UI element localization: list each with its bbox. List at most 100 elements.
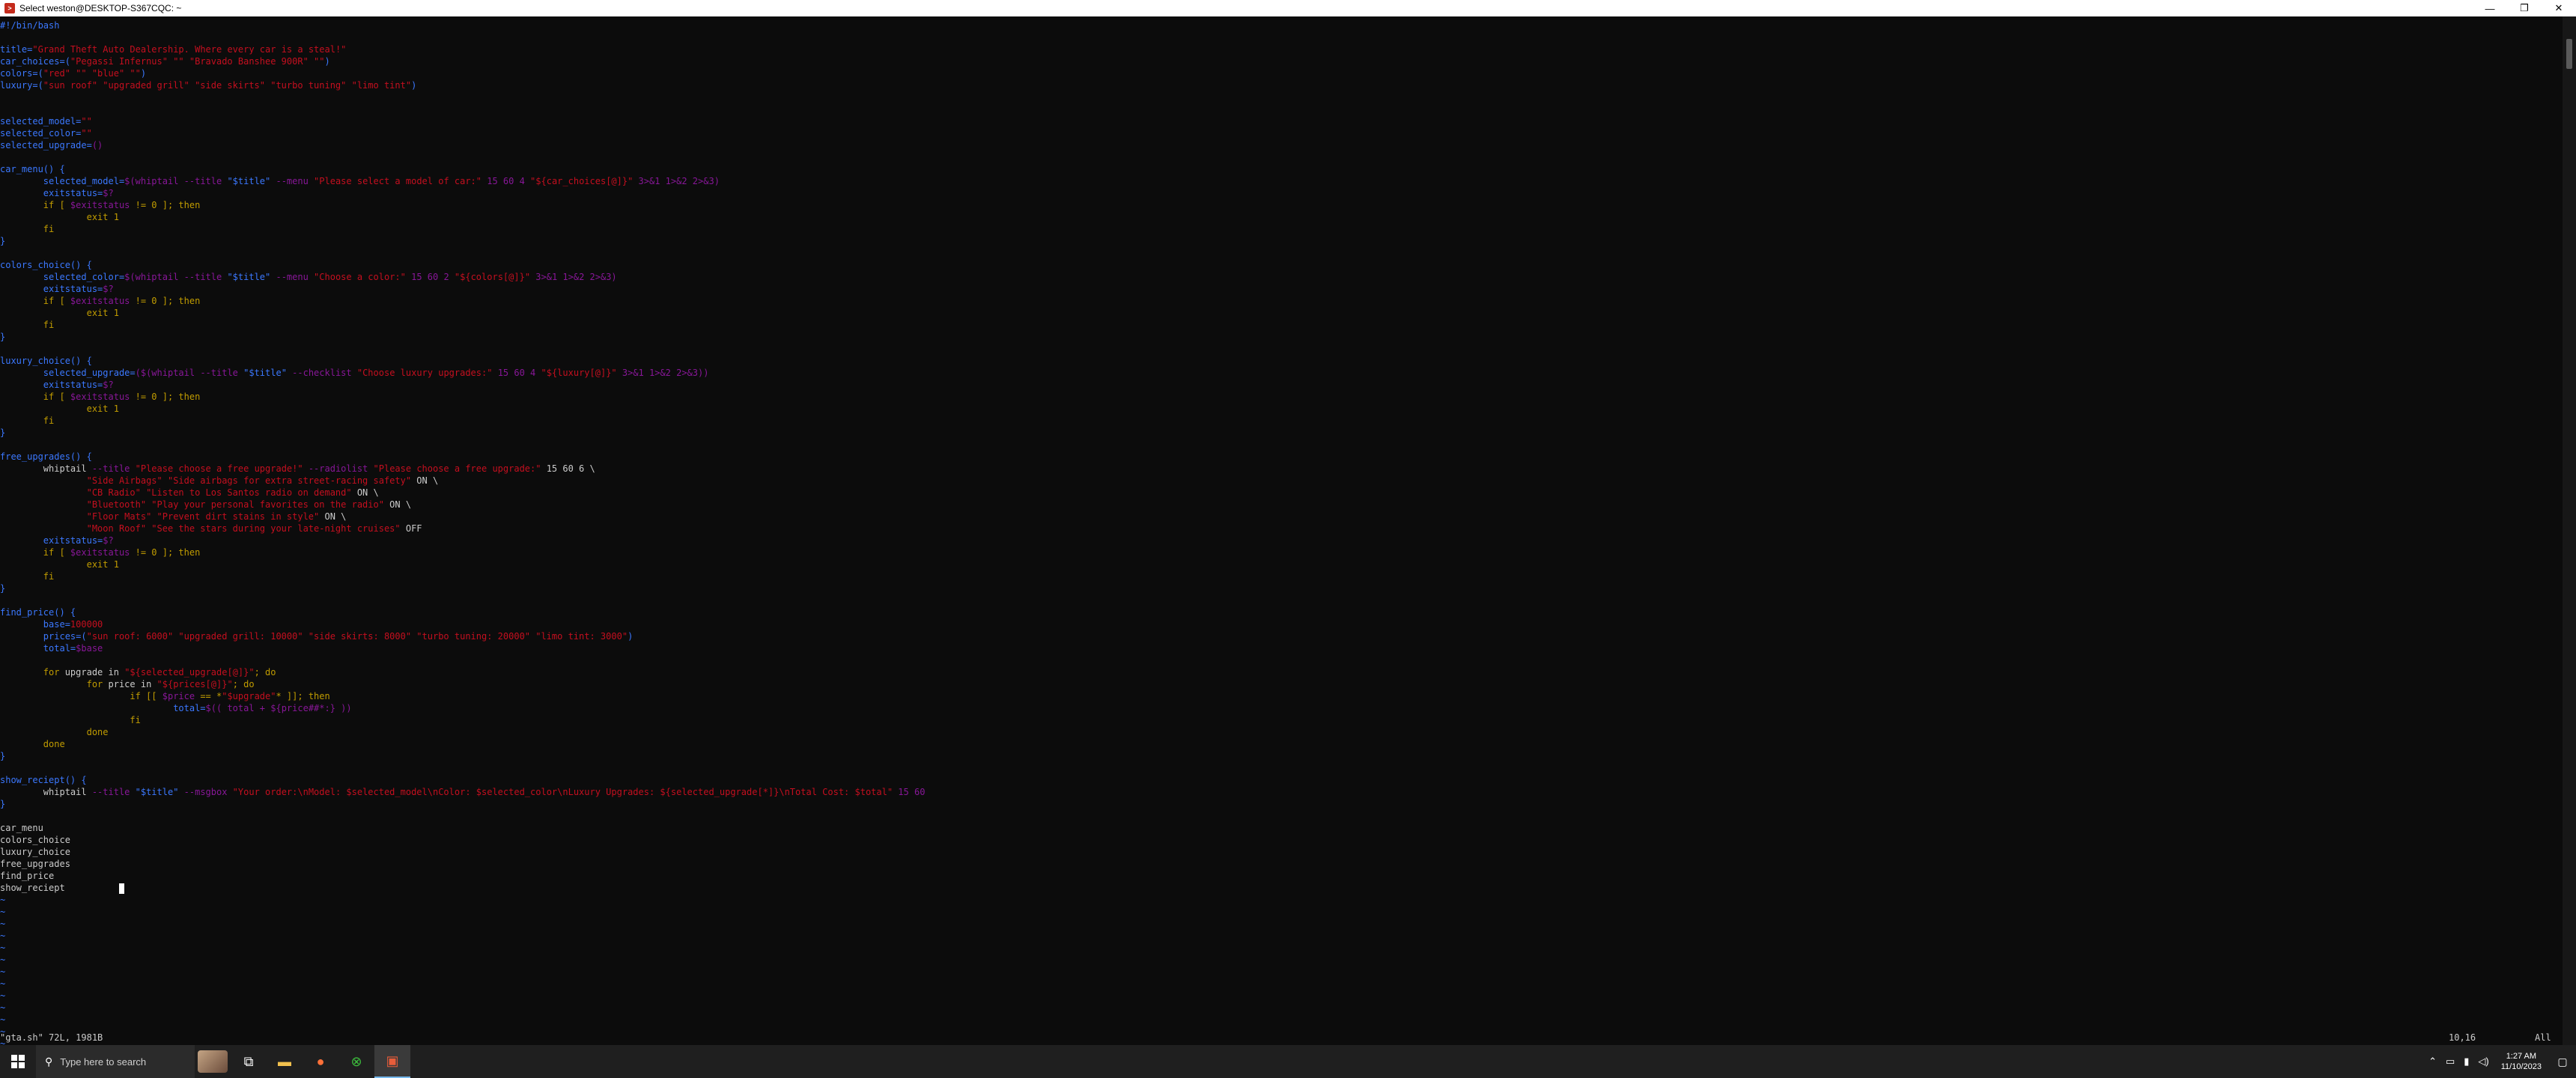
code-token: 15 60 2 bbox=[405, 272, 455, 282]
code-token: "Choose a color:" bbox=[314, 272, 406, 282]
file-explorer-icon[interactable]: ▬ bbox=[267, 1045, 303, 1078]
code-line: colors_choice() { bbox=[0, 259, 925, 271]
notification-icon[interactable]: ▢ bbox=[2549, 1056, 2576, 1068]
maximize-button[interactable]: ❐ bbox=[2507, 0, 2542, 16]
code-token: fi bbox=[0, 571, 55, 582]
system-tray: ⌃ ▭ ▮ ◁) 1:27 AM 11/10/2023 ▢ bbox=[2424, 1045, 2576, 1078]
minimize-button[interactable]: — bbox=[2473, 0, 2507, 16]
network-icon[interactable]: ▭ bbox=[2441, 1056, 2459, 1068]
code-line: exit 1 bbox=[0, 403, 925, 415]
code-line: } bbox=[0, 331, 925, 343]
terminal-pane[interactable]: #!/bin/bash title="Grand Theft Auto Deale… bbox=[0, 16, 2563, 1045]
scroll-indicator: All bbox=[2535, 1032, 2551, 1043]
code-line: done bbox=[0, 738, 925, 750]
code-token: $base bbox=[76, 643, 103, 654]
empty-line-marker: ~ bbox=[0, 978, 6, 989]
code-token: "CB Radio" "Listen to Los Santos radio o… bbox=[86, 487, 352, 498]
start-button[interactable] bbox=[0, 1045, 36, 1078]
code-token: title= bbox=[0, 44, 33, 55]
code-token: --radiolist bbox=[303, 463, 374, 474]
code-token: != 0 ]; then bbox=[130, 547, 201, 558]
code-line: base=100000 bbox=[0, 618, 925, 630]
code-line: for upgrade in "${selected_upgrade[@]}";… bbox=[0, 666, 925, 678]
firefox-icon[interactable]: ● bbox=[303, 1045, 338, 1078]
code-token: selected_model= bbox=[0, 176, 125, 186]
code-line: exit 1 bbox=[0, 307, 925, 319]
code-token: done bbox=[0, 739, 65, 749]
close-button[interactable]: ✕ bbox=[2542, 0, 2576, 16]
code-token: "sun roof" "upgraded grill" "side skirts… bbox=[43, 80, 412, 91]
code-token: "$title" bbox=[135, 787, 179, 797]
code-token: "$title" bbox=[243, 368, 287, 378]
code-token: "red" "" "blue" "" bbox=[43, 68, 141, 79]
code-token: base= bbox=[0, 619, 70, 630]
empty-line-marker: ~ bbox=[0, 919, 6, 929]
window-title: Select weston@DESKTOP-S367CQC: ~ bbox=[19, 3, 182, 13]
empty-line-marker: ~ bbox=[0, 907, 6, 917]
search-highlight-avatar[interactable] bbox=[195, 1045, 231, 1078]
taskbar-search[interactable]: ⚲ Type here to search bbox=[36, 1045, 195, 1078]
code-line: for price in "${prices[@]}"; do bbox=[0, 678, 925, 690]
code-token: --menu bbox=[270, 176, 315, 186]
taskbar: ⚲ Type here to search ⧉ ▬ ● ⊗ ▣ ⌃ ▭ ▮ ◁)… bbox=[0, 1045, 2576, 1078]
volume-icon[interactable]: ◁) bbox=[2473, 1056, 2493, 1068]
code-line: prices=("sun roof: 6000" "upgraded grill… bbox=[0, 630, 925, 642]
chevron-up-icon[interactable]: ⌃ bbox=[2424, 1056, 2441, 1068]
code-line: total=$base bbox=[0, 642, 925, 654]
battery-icon[interactable]: ▮ bbox=[2459, 1056, 2473, 1068]
code-line: luxury_choice bbox=[0, 846, 925, 858]
xbox-icon[interactable]: ⊗ bbox=[338, 1045, 374, 1078]
code-line: } bbox=[0, 427, 925, 439]
code-token: colors_choice() { bbox=[0, 260, 92, 270]
code-token: $exitstatus bbox=[70, 200, 130, 210]
empty-line-marker: ~ bbox=[0, 931, 6, 941]
vim-buffer[interactable]: #!/bin/bash title="Grand Theft Auto Deale… bbox=[0, 19, 925, 1045]
code-token: 15 60 6 \ bbox=[541, 463, 595, 474]
code-line: colors_choice bbox=[0, 834, 925, 846]
code-token: ; do bbox=[232, 679, 255, 689]
code-line: selected_color=$(whiptail --title "$titl… bbox=[0, 271, 925, 283]
code-token: "Bluetooth" "Play your personal favorite… bbox=[86, 499, 384, 510]
code-token: ON \ bbox=[351, 487, 379, 498]
code-token: $? bbox=[103, 188, 114, 198]
code-token: exit 1 bbox=[0, 559, 119, 570]
scrollbar-thumb[interactable] bbox=[2566, 39, 2572, 69]
code-token: whiptail bbox=[0, 463, 92, 474]
code-token: $exitstatus bbox=[70, 547, 130, 558]
code-token: --title bbox=[91, 463, 136, 474]
code-token: exitstatus= bbox=[0, 380, 103, 390]
code-line: colors=("red" "" "blue" "") bbox=[0, 67, 925, 79]
code-token: } bbox=[0, 332, 6, 342]
code-line: } bbox=[0, 798, 925, 810]
terminal-taskbar-icon[interactable]: ▣ bbox=[374, 1045, 410, 1078]
empty-line-marker: ~ bbox=[0, 990, 6, 1001]
code-token: exitstatus= bbox=[0, 188, 103, 198]
code-token: == * bbox=[195, 691, 222, 701]
code-token: colors_choice bbox=[0, 835, 70, 845]
code-line: "CB Radio" "Listen to Los Santos radio o… bbox=[0, 487, 925, 499]
code-token: } bbox=[0, 751, 6, 761]
task-view-icon[interactable]: ⧉ bbox=[231, 1045, 267, 1078]
code-token: ) bbox=[324, 56, 330, 67]
code-line: if [ $exitstatus != 0 ]; then bbox=[0, 391, 925, 403]
code-token: car_choices=( bbox=[0, 56, 70, 67]
code-token: "${luxury[@]}" bbox=[541, 368, 617, 378]
code-token: 15 60 bbox=[893, 787, 926, 797]
code-token: 100000 bbox=[70, 619, 103, 630]
code-token: for bbox=[0, 667, 65, 677]
code-line: exitstatus=$? bbox=[0, 379, 925, 391]
code-line: exitstatus=$? bbox=[0, 535, 925, 546]
code-token: ) bbox=[628, 631, 634, 642]
code-token: OFF bbox=[400, 523, 422, 534]
vertical-scrollbar[interactable] bbox=[2563, 16, 2576, 1045]
code-token: ON \ bbox=[411, 475, 439, 486]
code-line: exitstatus=$? bbox=[0, 187, 925, 199]
cursor-position: 10,16 bbox=[2449, 1032, 2476, 1043]
clock[interactable]: 1:27 AM 11/10/2023 bbox=[2494, 1051, 2549, 1072]
code-token: "sun roof: 6000" "upgraded grill: 10000"… bbox=[86, 631, 628, 642]
code-token: $exitstatus bbox=[70, 392, 130, 402]
